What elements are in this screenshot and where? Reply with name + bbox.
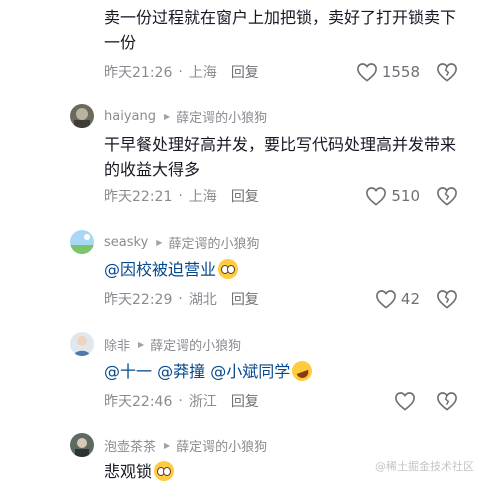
- comment-time: 昨天22:46: [104, 394, 173, 410]
- username[interactable]: seasky: [104, 235, 148, 250]
- comment-actions: 510: [365, 184, 458, 208]
- comment-text: 干早餐处理好高并发，要比写代码处理高并发带来的收益大得多: [104, 135, 457, 179]
- dislike-button[interactable]: [436, 62, 458, 82]
- avatar[interactable]: [70, 433, 94, 457]
- comment-text: @因校被迫营业: [104, 257, 464, 282]
- meta-separator: ·: [178, 393, 183, 409]
- comment-text-content: 悲观锁: [104, 462, 153, 481]
- comment-actions: 1558: [356, 60, 458, 84]
- comment-header: 除非 ▶ 薛定谔的小狼狗: [104, 335, 241, 354]
- broken-heart-icon: [437, 392, 457, 411]
- triangle-right-icon: ▶: [138, 339, 145, 349]
- heart-outline-icon: [395, 392, 415, 411]
- comment-location: 湖北: [188, 292, 217, 308]
- mention-link[interactable]: @十一: [104, 362, 152, 381]
- username[interactable]: haiyang: [104, 109, 156, 124]
- heart-outline-icon: [356, 63, 377, 82]
- mention-link[interactable]: @莽撞: [157, 362, 205, 381]
- watermark: @稀土掘金技术社区: [375, 460, 474, 473]
- rolling-laughing-icon: [289, 358, 316, 384]
- comment-header: haiyang ▶ 薛定谔的小狼狗: [104, 107, 267, 126]
- avatar[interactable]: [70, 230, 94, 254]
- comment-location: 上海: [188, 65, 217, 81]
- pleading-face-icon: [218, 259, 239, 279]
- comment-meta: 昨天22:46 · 浙江 回复: [104, 391, 259, 411]
- reply-target[interactable]: 薛定谔的小狼狗: [176, 107, 267, 126]
- reply-button[interactable]: 回复: [231, 186, 259, 206]
- username[interactable]: 泡壶茶茶: [104, 436, 156, 455]
- like-button[interactable]: 1558: [356, 62, 420, 82]
- comment-meta: 昨天22:29 · 湖北 回复: [104, 289, 259, 309]
- comment-location: 上海: [188, 189, 217, 205]
- comment-location: 浙江: [188, 394, 217, 410]
- username[interactable]: 除非: [104, 335, 130, 354]
- broken-heart-icon: [437, 63, 457, 82]
- like-count: 42: [400, 290, 420, 308]
- comment-time: 昨天22:21: [104, 189, 173, 205]
- comment-text: 卖一份过程就在窗户上加把锁，卖好了打开锁卖下一份: [104, 8, 457, 52]
- comment-header: seasky ▶ 薛定谔的小狼狗: [104, 233, 259, 252]
- broken-heart-icon: [437, 290, 457, 309]
- like-button[interactable]: 42: [375, 289, 420, 309]
- reply-target[interactable]: 薛定谔的小狼狗: [168, 233, 259, 252]
- comment-time: 昨天21:26: [104, 65, 173, 81]
- triangle-right-icon: ▶: [164, 440, 171, 450]
- mention-link[interactable]: @小斌同学: [210, 362, 290, 381]
- dislike-button[interactable]: [436, 289, 458, 309]
- like-count: 1558: [381, 63, 420, 81]
- heart-outline-icon: [375, 290, 396, 309]
- dislike-button[interactable]: [436, 186, 458, 206]
- mention-link[interactable]: @因校被迫营业: [104, 260, 216, 279]
- comment-text: @十一 @莽撞 @小斌同学: [104, 358, 464, 384]
- like-count: 510: [391, 187, 420, 205]
- reply-button[interactable]: 回复: [231, 289, 259, 309]
- heart-outline-icon: [366, 187, 387, 206]
- reply-button[interactable]: 回复: [231, 391, 259, 411]
- comment-time: 昨天22:29: [104, 292, 173, 308]
- comment-meta: 昨天22:21 · 上海 回复: [104, 186, 259, 206]
- meta-separator: ·: [178, 64, 183, 80]
- comment-actions: 42: [375, 287, 458, 311]
- meta-separator: ·: [178, 188, 183, 204]
- reply-target[interactable]: 薛定谔的小狼狗: [176, 436, 267, 455]
- like-button[interactable]: [394, 391, 420, 411]
- dislike-button[interactable]: [436, 391, 458, 411]
- avatar[interactable]: [70, 332, 94, 356]
- comment-meta: 昨天21:26 · 上海 回复: [104, 62, 259, 82]
- like-button[interactable]: 510: [365, 186, 420, 206]
- pleading-face-icon: [154, 461, 175, 481]
- comment-actions: [394, 389, 458, 413]
- avatar[interactable]: [70, 104, 94, 128]
- reply-button[interactable]: 回复: [231, 62, 259, 82]
- reply-target[interactable]: 薛定谔的小狼狗: [150, 335, 241, 354]
- comment-header: 泡壶茶茶 ▶ 薛定谔的小狼狗: [104, 436, 267, 455]
- broken-heart-icon: [437, 187, 457, 206]
- triangle-right-icon: ▶: [163, 111, 171, 121]
- triangle-right-icon: ▶: [156, 237, 163, 247]
- meta-separator: ·: [178, 291, 183, 307]
